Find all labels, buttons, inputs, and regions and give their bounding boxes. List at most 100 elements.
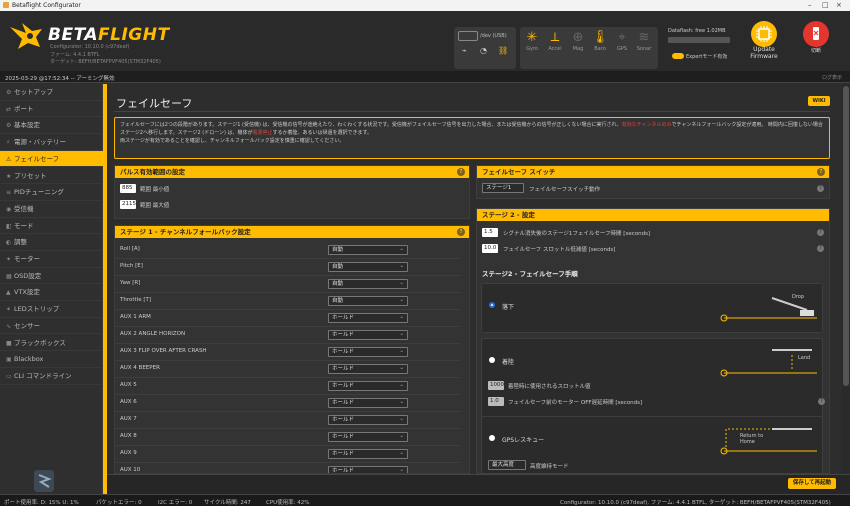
gps-altitude-mode-select[interactable]: 最大高度 — [488, 460, 526, 470]
aux2-fallback-select[interactable]: ホールド — [328, 330, 408, 340]
link-icon[interactable]: ⛓ — [498, 46, 508, 55]
target-board: ターゲット: BEFH/BETAFPVF405(STM32F405) — [50, 59, 161, 65]
minimize-button[interactable]: – — [808, 1, 812, 9]
aux9-fallback-select[interactable]: ホールド — [328, 449, 408, 459]
status-bar: ポート使用率: D: 15% U: 1% パケットエラー: 0 I2C エラー:… — [0, 494, 850, 506]
gyro-icon: ✳ — [526, 30, 538, 45]
sidebar-item-adjustments[interactable]: ◐ 調整 — [0, 234, 103, 251]
ports-icon: ⇄ — [6, 105, 12, 113]
port-select[interactable] — [458, 31, 478, 41]
drop-caption: Drop — [792, 294, 805, 300]
sidebar-item-receiver[interactable]: ◉ 受信機 — [0, 201, 103, 218]
sidebar-item-failsafe[interactable]: ⚠ フェイルセーフ — [0, 150, 103, 168]
sidebar-item-configuration[interactable]: ⚙ 基本設定 — [0, 117, 103, 135]
sidebar-item-sensors[interactable]: ∿ センサー — [0, 318, 103, 335]
guard-time-input[interactable]: 1.5 — [482, 228, 498, 237]
channel-row-aux3: AUX 3 FLIP OVER AFTER CRASH ホールド — [115, 344, 461, 361]
sidebar-item-pid-tuning[interactable]: ≡ PIDチューニング — [0, 184, 103, 201]
channel-row-aux4: AUX 4 BEEPER ホールド — [115, 361, 461, 378]
aux10-fallback-select[interactable]: ホールド — [328, 466, 408, 473]
sidebar-item-presets[interactable]: ★ プリセット — [0, 168, 103, 185]
throttle-lowdelay-input[interactable]: 10.0 — [482, 244, 498, 253]
motors-icon: ✦ — [6, 256, 12, 263]
close-button[interactable]: × — [836, 1, 842, 9]
betaflight-mini-logo — [34, 470, 54, 492]
maximize-button[interactable]: □ — [822, 1, 829, 9]
wifi-icon[interactable]: ◔ — [480, 46, 487, 55]
range-max-label: 範囲 最大値 — [140, 203, 170, 209]
channel-row-aux9: AUX 9 ホールド — [115, 446, 461, 463]
procedure-gps-box[interactable]: GPSレスキュー Return to Home 最大高度 高度維持モード — [481, 416, 823, 474]
aux7-fallback-select[interactable]: ホールド — [328, 415, 408, 425]
help-icon[interactable]: ? — [818, 398, 825, 405]
disconnect-button[interactable] — [803, 21, 829, 47]
sidebar-item-setup[interactable]: ⚙ セットアップ — [0, 84, 103, 101]
content-scrollbar[interactable] — [842, 84, 850, 474]
procedure-drop-box[interactable]: 落下 Drop — [481, 283, 823, 333]
sidebar-item-blackbox[interactable]: ▣ Blackbox — [0, 351, 103, 368]
sidebar-item-logging[interactable]: ■ ブラックボックス — [0, 335, 103, 352]
title-divider — [114, 111, 830, 112]
i2c-error: I2C エラー: 0 — [158, 500, 193, 506]
land-throttle-label: 着陸時に使用されるスロットル値 — [508, 384, 591, 390]
usb-icon[interactable]: ⌁ — [462, 46, 467, 55]
help-icon[interactable]: ? — [457, 168, 465, 176]
sidebar-item-motors[interactable]: ✦ モーター — [0, 251, 103, 268]
pid-icon: ≡ — [6, 189, 12, 197]
osd-icon: ▦ — [6, 272, 12, 280]
cycle-time: サイクル時間: 247 — [204, 500, 251, 506]
sidebar-item-ports[interactable]: ⇄ ポート — [0, 101, 103, 118]
sidebar-item-power[interactable]: ⚡ 電源・バッテリー — [0, 134, 103, 151]
range-max-input[interactable]: 2115 — [120, 200, 136, 209]
page-title: フェイルセーフ — [116, 97, 193, 110]
log-timestamp: 2025-03-29 @17:52:34 -- アーミング無効 — [5, 76, 115, 82]
sidebar-item-cli[interactable]: ▭ CLI コマンドライン — [0, 368, 103, 385]
land-radio[interactable] — [489, 357, 495, 363]
port-utilization: ポート使用率: D: 15% U: 1% — [4, 500, 79, 506]
land-throttle-input[interactable]: 1000 — [488, 381, 504, 390]
modes-icon: ◧ — [6, 222, 12, 230]
aux1-fallback-select[interactable]: ホールド — [328, 313, 408, 323]
roll-fallback-select[interactable]: 自動 — [328, 245, 408, 255]
wiki-button[interactable]: WIKI — [808, 96, 830, 106]
aux4-fallback-select[interactable]: ホールド — [328, 364, 408, 374]
aux6-fallback-select[interactable]: ホールド — [328, 398, 408, 408]
pitch-fallback-select[interactable]: 自動 — [328, 262, 408, 272]
drop-radio[interactable] — [489, 302, 495, 308]
show-log-link[interactable]: ログ表示 — [822, 74, 842, 81]
save-and-reboot-button[interactable]: 保存して再起動 — [788, 478, 836, 489]
gps-rescue-radio[interactable] — [489, 435, 495, 441]
range-min-input[interactable]: 885 — [120, 184, 136, 193]
help-icon[interactable]: ? — [817, 168, 825, 176]
port-label: /dev (USB) — [480, 33, 507, 39]
throttle-fallback-select[interactable]: 自動 — [328, 296, 408, 306]
sensor-accel: ⟂ Accel — [545, 30, 565, 52]
help-icon[interactable]: ? — [457, 228, 465, 236]
gps-rescue-caption: Return to Home — [740, 433, 764, 445]
help-icon[interactable]: ? — [817, 185, 824, 192]
log-bar: 2025-03-29 @17:52:34 -- アーミング無効 ログ表示 — [0, 71, 850, 83]
sidebar-item-modes[interactable]: ◧ モード — [0, 218, 103, 235]
aux5-fallback-select[interactable]: ホールド — [328, 381, 408, 391]
failsafe-notice: フェイルセーフには2つの段階があります。ステージ1 (受信機) は、受信機の信号… — [114, 117, 830, 159]
help-icon[interactable]: ? — [817, 245, 824, 252]
update-firmware-button[interactable] — [751, 21, 777, 47]
expert-mode-toggle[interactable] — [672, 53, 684, 59]
yaw-fallback-select[interactable]: 自動 — [328, 279, 408, 289]
procedure-land-box[interactable]: 着陸 Land 1000 着陸時に使用されるスロットル値 1.0 フェイルセーフ… — [481, 338, 825, 428]
sidebar-item-osd[interactable]: ▦ OSD設定 — [0, 268, 103, 285]
blackbox-icon: ▣ — [6, 356, 12, 364]
window-title: Betaflight Configurator — [12, 2, 81, 9]
sidebar-item-led-strip[interactable]: ✶ LEDストリップ — [0, 301, 103, 318]
sidebar-item-vtx[interactable]: ▲ VTX設定 — [0, 284, 103, 302]
aux8-fallback-select[interactable]: ホールド — [328, 432, 408, 442]
scrollbar-thumb[interactable] — [843, 86, 849, 386]
channel-row-aux6: AUX 6 ホールド — [115, 395, 461, 412]
help-icon[interactable]: ? — [817, 229, 824, 236]
land-delay-input[interactable]: 1.0 — [488, 397, 504, 406]
gps-altitude-mode-label: 高度維持モード — [530, 464, 569, 470]
switch-action-select[interactable]: ステージ1 — [482, 183, 524, 193]
channel-row-aux5: AUX 5 ホールド — [115, 378, 461, 395]
aux3-fallback-select[interactable]: ホールド — [328, 347, 408, 357]
config-icon: ⚙ — [6, 122, 12, 130]
